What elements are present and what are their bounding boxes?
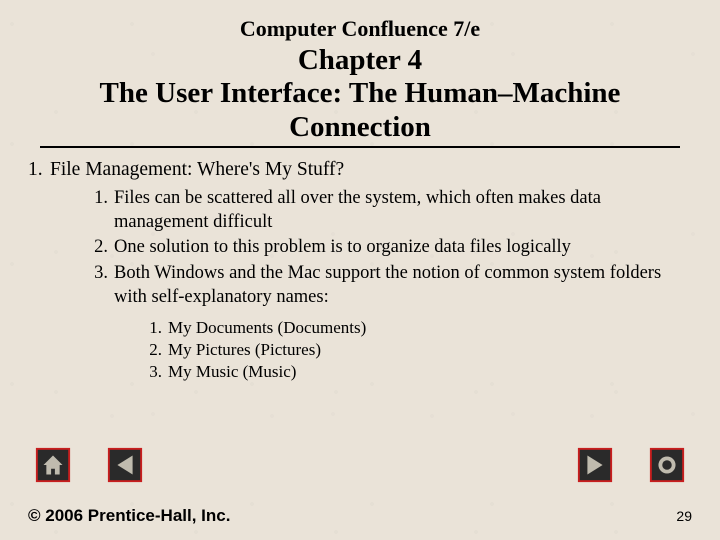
next-button[interactable] xyxy=(576,448,614,486)
list-text: File Management: Where's My Stuff? xyxy=(50,158,344,183)
list-text: One solution to this problem is to organ… xyxy=(114,236,571,260)
outline-level3-item: 3. My Music (Music) xyxy=(140,361,684,383)
list-number: 2. xyxy=(86,236,108,260)
list-text: Both Windows and the Mac support the not… xyxy=(114,262,684,309)
list-text: My Music (Music) xyxy=(168,361,296,383)
outline-level2-item: 1. Files can be scattered all over the s… xyxy=(86,187,684,234)
page-number: 29 xyxy=(676,508,692,524)
list-number: 1. xyxy=(28,158,50,183)
outline-level2-list: 1. Files can be scattered all over the s… xyxy=(86,187,684,309)
outline-level3-list: 1. My Documents (Documents) 2. My Pictur… xyxy=(140,317,684,382)
chapter-title-line1: The User Interface: The Human–Machine xyxy=(100,77,621,110)
slide: Computer Confluence 7/e Chapter 4 The Us… xyxy=(0,0,720,540)
chapter-number: Chapter 4 xyxy=(100,44,621,77)
home-button[interactable] xyxy=(34,448,72,486)
end-icon xyxy=(648,446,686,489)
next-icon xyxy=(576,446,614,489)
list-number: 3. xyxy=(140,361,162,383)
outline-level1-item: 1. File Management: Where's My Stuff? xyxy=(28,158,684,183)
list-text: My Documents (Documents) xyxy=(168,317,366,339)
outline-level3-item: 2. My Pictures (Pictures) xyxy=(140,339,684,361)
copyright-text: © 2006 Prentice-Hall, Inc. xyxy=(28,506,230,526)
list-text: Files can be scattered all over the syst… xyxy=(114,187,684,234)
nav-group-right xyxy=(576,448,686,486)
list-number: 3. xyxy=(86,262,108,309)
list-text: My Pictures (Pictures) xyxy=(168,339,321,361)
chapter-heading: Chapter 4 The User Interface: The Human–… xyxy=(40,44,681,148)
prev-icon xyxy=(106,446,144,489)
footer: © 2006 Prentice-Hall, Inc. 29 xyxy=(0,506,720,526)
list-number: 2. xyxy=(140,339,162,361)
outline-level2-item: 3. Both Windows and the Mac support the … xyxy=(86,262,684,309)
home-icon xyxy=(34,446,72,489)
nav-group-left xyxy=(34,448,144,486)
end-button[interactable] xyxy=(648,448,686,486)
prev-button[interactable] xyxy=(106,448,144,486)
list-number: 1. xyxy=(140,317,162,339)
outline: 1. File Management: Where's My Stuff? 1.… xyxy=(0,158,720,383)
outline-level2-item: 2. One solution to this problem is to or… xyxy=(86,236,684,260)
chapter-title-line2: Connection xyxy=(100,111,621,144)
nav-row xyxy=(0,448,720,486)
book-title: Computer Confluence 7/e xyxy=(0,16,720,42)
list-number: 1. xyxy=(86,187,108,234)
outline-level3-item: 1. My Documents (Documents) xyxy=(140,317,684,339)
